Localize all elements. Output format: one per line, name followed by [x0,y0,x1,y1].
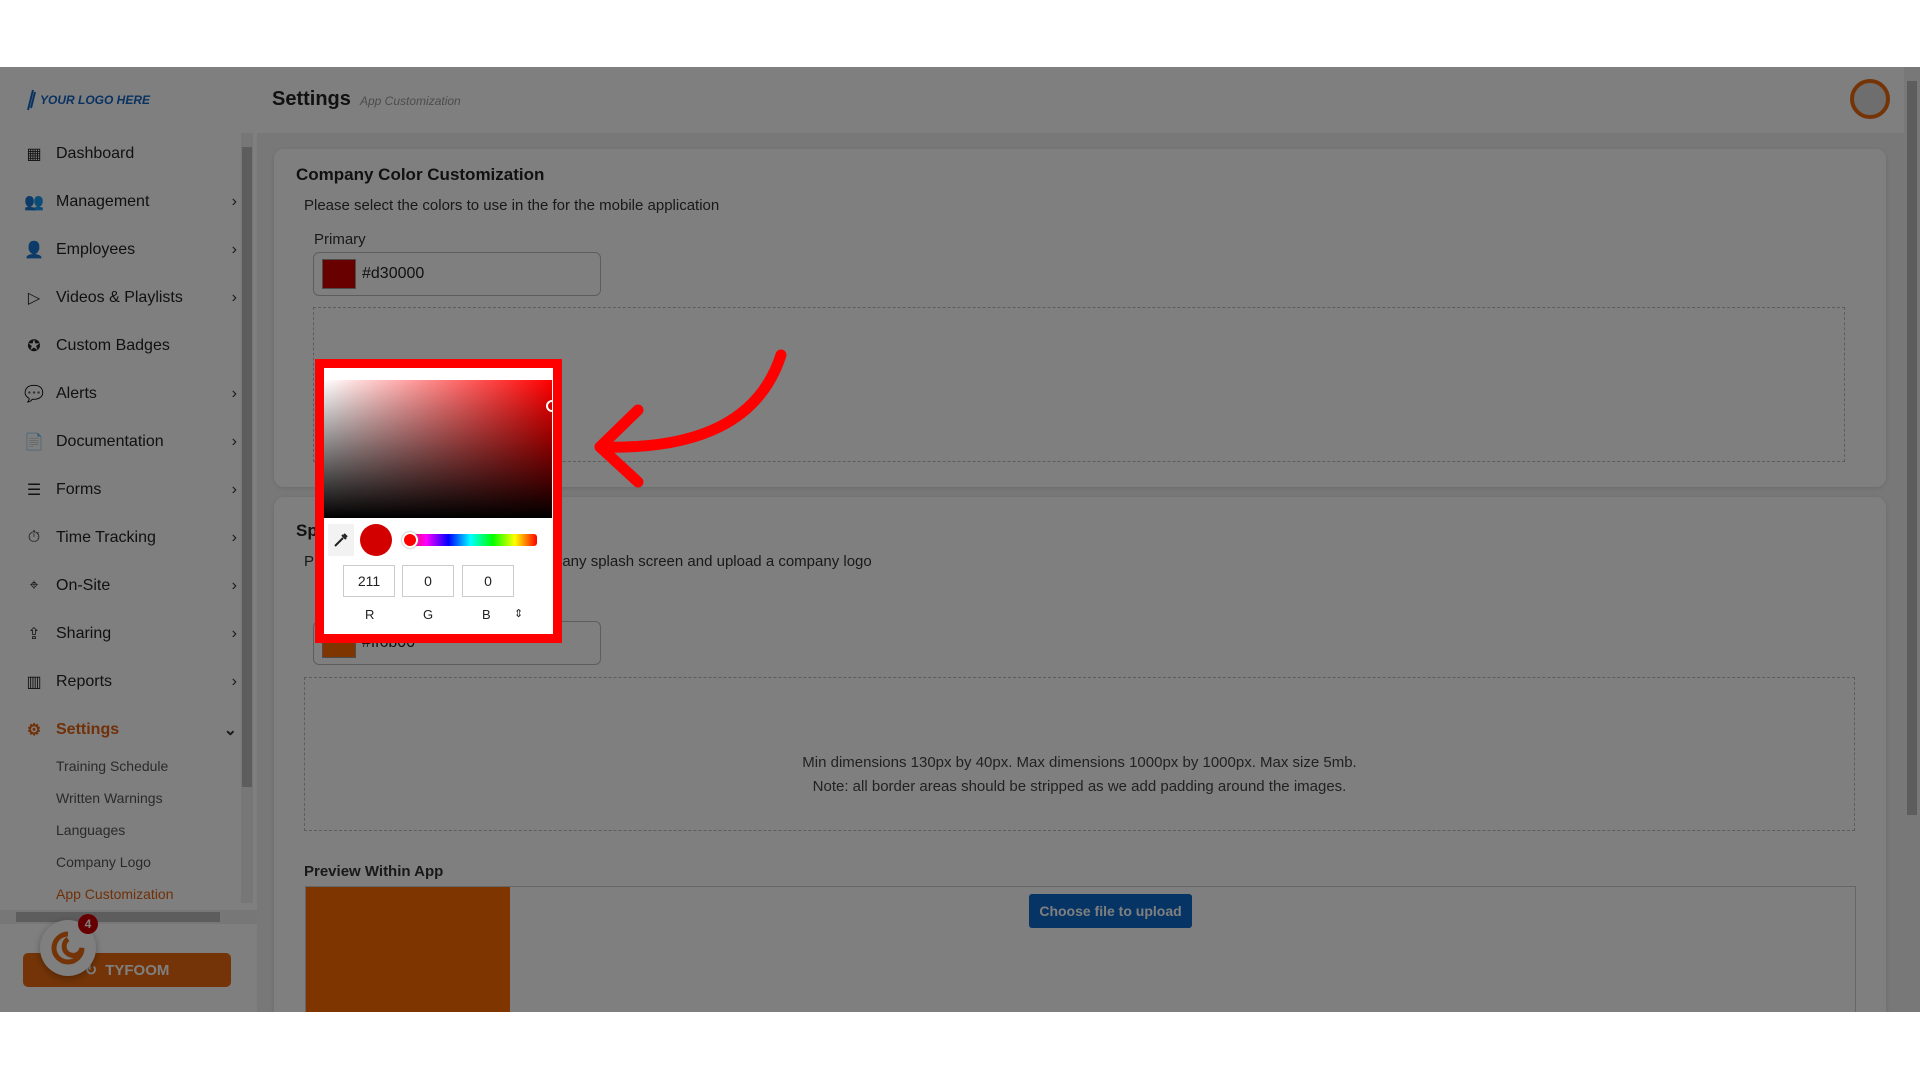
saturation-value-area[interactable] [324,380,552,518]
red-label: R [365,607,375,622]
saturation-handle[interactable] [546,400,553,412]
color-picker-popup: 211 0 0 R G B ⇕ [324,368,553,634]
green-label: G [423,607,434,622]
hue-slider-handle[interactable] [402,532,418,548]
format-toggle-icon[interactable]: ⇕ [514,607,523,620]
red-input[interactable]: 211 [343,565,395,597]
color-picker-highlight: 211 0 0 R G B ⇕ [315,359,562,643]
annotation-arrow-icon [594,349,787,488]
hue-slider[interactable] [404,534,537,546]
blue-label: B [482,607,491,622]
green-input[interactable]: 0 [402,565,454,597]
current-color-preview [360,524,392,556]
eyedropper-icon[interactable] [328,524,354,556]
blue-input[interactable]: 0 [462,565,514,597]
